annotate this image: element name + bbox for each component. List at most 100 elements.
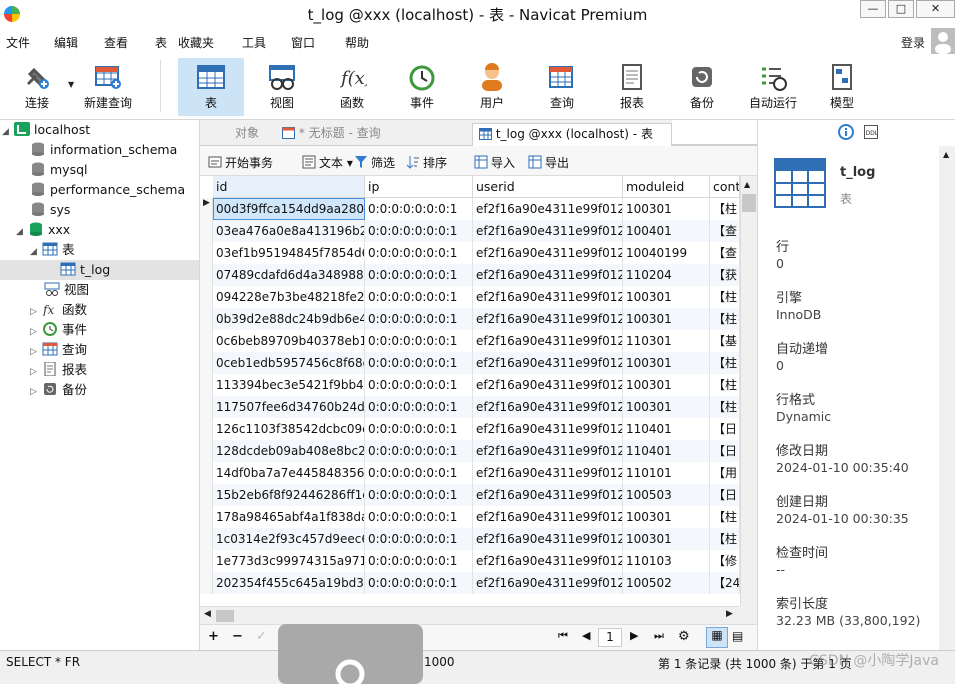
cell-content[interactable]: 【日 (710, 440, 740, 462)
row-selector[interactable] (200, 506, 213, 528)
tree-group-events[interactable]: ▷ 事件 (30, 320, 87, 340)
cell-moduleid[interactable]: 100301 (623, 506, 710, 528)
cell-moduleid[interactable]: 110401 (623, 418, 710, 440)
cell-id[interactable]: 14df0ba7a7e445848356c (213, 462, 365, 484)
cell-userid[interactable]: ef2f16a90e4311e99f0128 (473, 264, 623, 286)
cell-userid[interactable]: ef2f16a90e4311e99f0128 (473, 308, 623, 330)
cell-ip[interactable]: 0:0:0:0:0:0:0:1 (365, 506, 473, 528)
cell-userid[interactable]: ef2f16a90e4311e99f0128 (473, 198, 623, 220)
tree-connection-localhost[interactable]: ◢ localhost (2, 120, 90, 140)
column-header-id[interactable]: id (213, 176, 365, 198)
last-page-button[interactable]: ⏭ (654, 629, 664, 643)
tree-db-xxx[interactable]: ◢ xxx (16, 220, 70, 240)
cell-content[interactable]: 【日 (710, 418, 740, 440)
delete-record-button[interactable]: − (232, 629, 243, 644)
cell-ip[interactable]: 0:0:0:0:0:0:0:1 (365, 198, 473, 220)
expand-arrow-icon[interactable]: ▷ (30, 342, 42, 362)
export-button[interactable]: 导出 (528, 154, 569, 171)
expand-arrow-icon[interactable]: ▷ (30, 362, 42, 382)
tree-group-views[interactable]: 视图 (44, 280, 89, 300)
sort-button[interactable]: 排序 (406, 154, 447, 171)
scroll-up-arrow-icon[interactable]: ▲ (744, 180, 750, 189)
tab-untitled-query[interactable]: * 无标题 - 查询 (276, 123, 472, 146)
cell-ip[interactable]: 0:0:0:0:0:0:0:1 (365, 440, 473, 462)
table-row[interactable]: 07489cdafd6d4a3489884 0:0:0:0:0:0:0:1 ef2f… (200, 264, 740, 286)
cell-id[interactable]: 00d3f9ffca154dd9aa2809 (213, 198, 365, 220)
cell-userid[interactable]: ef2f16a90e4311e99f0128 (473, 352, 623, 374)
grid-horizontal-scrollbar[interactable]: ◀ ▶ (200, 606, 740, 624)
collapse-arrow-icon[interactable]: ◢ (16, 222, 28, 242)
add-record-button[interactable]: + (208, 629, 219, 644)
tab-t-log-table[interactable]: t_log @xxx (localhost) - 表 (472, 123, 672, 146)
cell-ip[interactable]: 0:0:0:0:0:0:0:1 (365, 286, 473, 308)
cell-id[interactable]: 1c0314e2f93c457d9eec6 (213, 528, 365, 550)
cell-id[interactable]: 03ea476a0e8a413196b28 (213, 220, 365, 242)
cell-id[interactable]: 126c1103f38542dcbc09e (213, 418, 365, 440)
row-selector[interactable] (200, 374, 213, 396)
cell-moduleid[interactable]: 100503 (623, 484, 710, 506)
tree-db-performance-schema[interactable]: performance_schema (30, 180, 185, 200)
cell-content[interactable]: 【柱 (710, 308, 740, 330)
toolbar-query-button[interactable]: 查询 (529, 58, 595, 116)
expand-arrow-icon[interactable]: ▷ (30, 322, 42, 342)
table-row[interactable]: 094228e7b3be48218fe23 0:0:0:0:0:0:0:1 ef2f… (200, 286, 740, 308)
menu-help[interactable]: 帮助 (345, 34, 369, 51)
row-selector[interactable] (200, 550, 213, 572)
cell-content[interactable]: 【日 (710, 484, 740, 506)
ddl-icon[interactable]: DDL (864, 125, 878, 139)
cell-userid[interactable]: ef2f16a90e4311e99f0128 (473, 484, 623, 506)
toolbar-event-button[interactable]: 事件 (389, 58, 455, 116)
menu-edit[interactable]: 编辑 (54, 34, 78, 51)
cell-ip[interactable]: 0:0:0:0:0:0:0:1 (365, 352, 473, 374)
info-icon[interactable] (838, 124, 854, 140)
tree-group-functions[interactable]: ▷ fx 函数 (30, 300, 87, 320)
table-row[interactable]: 0c6beb89709b40378eb11 0:0:0:0:0:0:0:1 ef2f… (200, 330, 740, 352)
scroll-thumb[interactable] (216, 610, 234, 622)
table-row[interactable]: 113394bec3e5421f9bb43 0:0:0:0:0:0:0:1 ef2f… (200, 374, 740, 396)
tree-db-sys[interactable]: sys (30, 200, 70, 220)
cell-moduleid[interactable]: 110101 (623, 462, 710, 484)
form-view-icon[interactable]: ▤ (732, 629, 743, 643)
tree-db-information-schema[interactable]: information_schema (30, 140, 177, 160)
toolbar-new-query-button[interactable]: 新建查询 (75, 58, 141, 116)
cell-ip[interactable]: 0:0:0:0:0:0:0:1 (365, 550, 473, 572)
cell-ip[interactable]: 0:0:0:0:0:0:0:1 (365, 374, 473, 396)
cell-id[interactable]: 113394bec3e5421f9bb43 (213, 374, 365, 396)
row-selector[interactable] (200, 352, 213, 374)
table-row[interactable]: 1c0314e2f93c457d9eec6 0:0:0:0:0:0:0:1 ef2f… (200, 528, 740, 550)
cell-userid[interactable]: ef2f16a90e4311e99f0128 (473, 242, 623, 264)
row-selector[interactable] (200, 396, 213, 418)
cell-moduleid[interactable]: 100301 (623, 528, 710, 550)
cell-content[interactable]: 【基 (710, 330, 740, 352)
cell-id[interactable]: 07489cdafd6d4a3489884 (213, 264, 365, 286)
cell-userid[interactable]: ef2f16a90e4311e99f0128 (473, 220, 623, 242)
table-row[interactable]: 178a98465abf4a1f838da 0:0:0:0:0:0:0:1 ef2f… (200, 506, 740, 528)
toolbar-function-button[interactable]: f(x) 函数 (319, 58, 385, 116)
cell-id[interactable]: 202354f455c645a19bd3d (213, 572, 365, 594)
row-selector[interactable] (200, 308, 213, 330)
column-header-ip[interactable]: ip (365, 176, 473, 198)
previous-page-button[interactable]: ◀ (582, 629, 590, 642)
cell-moduleid[interactable]: 110401 (623, 440, 710, 462)
cell-ip[interactable]: 0:0:0:0:0:0:0:1 (365, 484, 473, 506)
table-row[interactable]: 1e773d3c99974315a9710 0:0:0:0:0:0:0:1 ef2f… (200, 550, 740, 572)
menu-tools[interactable]: 工具 (242, 34, 266, 51)
close-button[interactable]: ✕ (916, 0, 955, 18)
toolbar-model-button[interactable]: 模型 (809, 58, 875, 116)
cell-id[interactable]: 128dcdeb09ab408e8bc22 (213, 440, 365, 462)
cell-ip[interactable]: 0:0:0:0:0:0:0:1 (365, 242, 473, 264)
cell-content[interactable]: 【用 (710, 462, 740, 484)
tree-table-t-log[interactable]: t_log (0, 260, 199, 280)
cell-userid[interactable]: ef2f16a90e4311e99f0128 (473, 286, 623, 308)
cell-ip[interactable]: 0:0:0:0:0:0:0:1 (365, 308, 473, 330)
import-button[interactable]: 导入 (474, 154, 515, 171)
cell-moduleid[interactable]: 100301 (623, 198, 710, 220)
cell-userid[interactable]: ef2f16a90e4311e99f0128 (473, 506, 623, 528)
connect-dropdown-icon[interactable]: ▼ (68, 80, 74, 89)
table-row[interactable]: 117507fee6d34760b24da 0:0:0:0:0:0:0:1 ef2f… (200, 396, 740, 418)
grid-vertical-scrollbar[interactable]: ▲ (740, 176, 757, 606)
login-link[interactable]: 登录 (901, 34, 925, 51)
cell-content[interactable]: 【柱 (710, 506, 740, 528)
table-row[interactable]: 14df0ba7a7e445848356c 0:0:0:0:0:0:0:1 ef2f… (200, 462, 740, 484)
first-page-button[interactable]: ⏮ (558, 629, 568, 643)
